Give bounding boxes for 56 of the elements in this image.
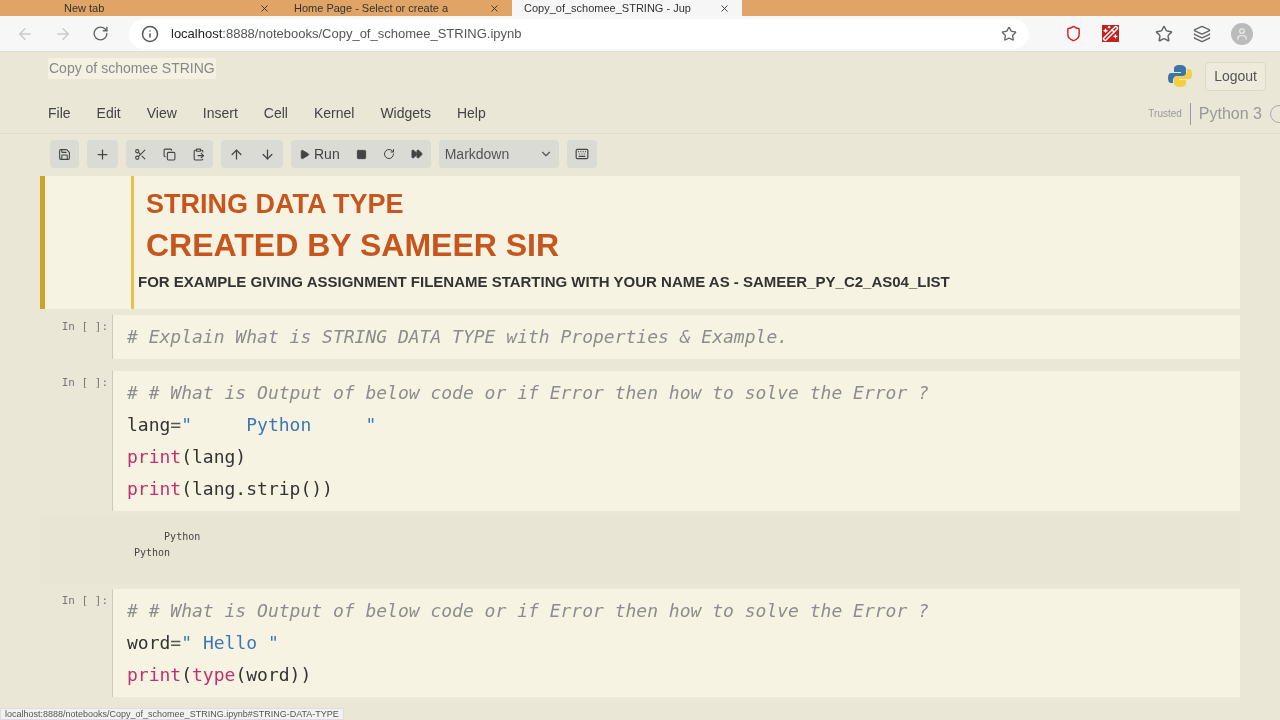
close-icon[interactable]	[259, 2, 270, 14]
status-bar-url: localhost:8888/notebooks/Copy_of_schomee_STRING.ipynb#STRING-DATA-TYPE	[0, 708, 344, 720]
close-icon[interactable]	[489, 2, 500, 14]
cell-type-select[interactable]: Markdown	[438, 140, 559, 168]
copy-icon	[163, 147, 176, 161]
keyboard-icon	[574, 147, 589, 161]
reload-icon[interactable]	[92, 25, 109, 42]
code-line: print(lang.strip())	[127, 477, 333, 501]
browser-tab[interactable]: Home Page - Select or create a	[282, 0, 512, 16]
stop-icon	[355, 148, 367, 160]
scissors-icon	[134, 147, 147, 161]
paste-icon	[192, 147, 205, 161]
code-line: word=" Hello "	[127, 631, 279, 655]
output-text: Python	[163, 530, 201, 544]
menu-item[interactable]: View	[146, 103, 177, 124]
collections-icon[interactable]	[1193, 24, 1211, 43]
play-icon	[299, 148, 310, 160]
plus-icon	[95, 146, 110, 162]
input-prompt: In [ ]:	[60, 593, 109, 609]
favorites-icon[interactable]	[1155, 24, 1173, 43]
arrow-down-icon	[260, 146, 275, 162]
code-line: print(lang)	[127, 445, 247, 469]
browser-tab[interactable]: Copy_of_schomee_STRING - Jup	[512, 0, 742, 16]
star-icon[interactable]	[1001, 25, 1017, 42]
menu-item[interactable]: Edit	[96, 103, 121, 124]
close-icon[interactable]	[719, 2, 730, 14]
code-input[interactable]: # # What is Output of below code or if Error then how to solve the Error ? lang=" Python " print(lang) print(lang.strip())	[112, 371, 1240, 511]
wand-icon[interactable]	[1102, 25, 1119, 42]
menu-item[interactable]: Help	[456, 103, 486, 124]
output-text: Python	[134, 546, 171, 560]
menu-item[interactable]: File	[48, 103, 71, 124]
code-line: print(type(word))	[127, 663, 312, 687]
menu-item[interactable]: Insert	[202, 103, 238, 124]
note-text: FOR EXAMPLE GIVING ASSIGNMENT FILENAME STARTING WITH YOUR NAME AS - SAMEER_PY_C2_AS04_LIST	[138, 271, 950, 292]
code-line: lang=" Python "	[127, 413, 377, 437]
menu-item[interactable]: Widgets	[380, 103, 431, 124]
code-input[interactable]: # # What is Output of below code or if Error then how to solve the Error ? word=" Hello " print(type(word))	[112, 589, 1240, 697]
shield-icon[interactable]	[1065, 25, 1082, 42]
input-prompt: In [ ]:	[60, 319, 109, 335]
code-line: # # What is Output of below code or if Error then how to solve the Error ?	[127, 599, 929, 623]
python-logo-icon	[1167, 63, 1194, 89]
fast-forward-icon	[410, 148, 423, 160]
address-bar[interactable]: localhost:8888/notebooks/Copy_of_schomee_STRING.ipynb	[129, 18, 1029, 49]
markdown-cell[interactable]: STRING DATA TYPE CREATED BY SAMEER SIR FOR EXAMPLE GIVING ASSIGNMENT FILENAME STARTING WITH YOUR NAME AS - SAMEER_PY_C2_AS04_LIST	[40, 176, 1240, 309]
restart-icon	[382, 148, 395, 160]
menu-item[interactable]: Cell	[263, 103, 288, 124]
code-line: # # What is Output of below code or if Error then how to solve the Error ?	[127, 381, 929, 405]
code-line: # Explain What is STRING DATA TYPE with Properties & Example.	[127, 325, 789, 349]
input-prompt: In [ ]:	[60, 375, 109, 391]
heading: STRING DATA TYPE	[145, 188, 404, 221]
logout-button[interactable]: Logout	[1205, 61, 1266, 91]
browser-tab[interactable]: New tab	[52, 0, 282, 16]
menu-item[interactable]: Kernel	[313, 103, 355, 124]
save-icon	[58, 147, 71, 161]
info-icon[interactable]	[141, 24, 159, 43]
heading: CREATED BY SAMEER SIR	[145, 225, 560, 265]
